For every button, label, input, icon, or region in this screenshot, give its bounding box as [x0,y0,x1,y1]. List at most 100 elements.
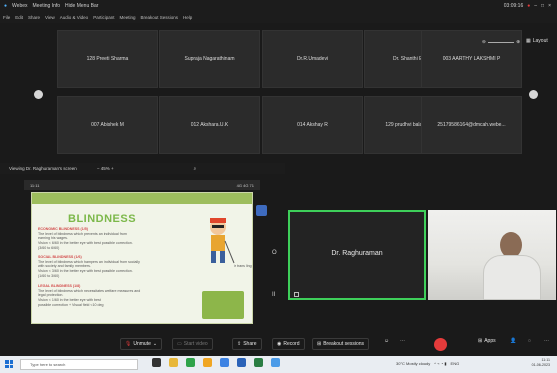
participant-gallery: 128 Preeti Sharma Supraja Nagarathinam D… [0,23,557,163]
webex-icon: ● [4,3,8,9]
record-button[interactable]: ◉ Record [272,338,305,350]
shared-slide: BLINDNESS ECONOMIC BLINDNESS (1/5) The l… [31,192,253,324]
meeting-info-button[interactable]: Meeting Info [33,3,61,9]
chevron-down-icon: ⌄ [152,341,158,347]
participant-tile[interactable]: 25179586164@dmcah.webe... [421,96,522,154]
menu-participant[interactable]: Participant [93,15,114,20]
mic-status-icon [294,292,299,297]
gallery-size-control[interactable]: ⊖ ⊕ [482,37,520,47]
webex-taskbar-icon[interactable] [271,358,280,367]
layout-label: Layout [532,38,548,44]
menu-breakout[interactable]: Breakout Sessions [140,15,178,20]
participant-tile[interactable]: 012 Akshara.U.K [159,96,260,154]
taskbar-apps [152,358,280,367]
windows-start-icon[interactable] [5,360,13,368]
participants-button[interactable]: 👤 [510,338,516,344]
more-options-button[interactable]: ⋯ [400,338,405,344]
chrome-icon[interactable] [186,358,195,367]
search-icon[interactable]: ⌕ [194,166,197,171]
share-label: Share [243,341,257,347]
app-icon[interactable] [220,358,229,367]
participant-tile[interactable]: 014 Akshay R [262,96,363,154]
reactions-icon: ☺ [384,338,390,344]
zoom-in-icon[interactable]: ⊕ [516,39,520,45]
start-video-button[interactable]: ▭ Start video [172,338,213,350]
reactions-button[interactable]: ☺ [384,338,389,344]
apps-button[interactable]: ⊞ Apps [478,338,496,344]
more-panels-button[interactable]: ⋯ [544,338,549,344]
minimize-icon[interactable]: – [534,3,537,9]
word-icon[interactable] [237,358,246,367]
floating-widget-icon[interactable] [256,205,267,216]
menu-meeting[interactable]: Meeting [119,15,135,20]
menu-audio-video[interactable]: Audio & Video [60,15,88,20]
folder-icon[interactable] [203,358,212,367]
menu-view[interactable]: View [45,15,55,20]
taskbar-search-input[interactable]: Type here to search [20,359,138,370]
tray-icons[interactable]: ^ ⌁ ◔ ▮ [434,361,446,366]
chat-icon: ◌ [528,338,531,344]
breakout-sessions-button[interactable]: ⊞ Breakout sessions [312,338,370,350]
chat-button[interactable]: ◌ [528,338,531,344]
hide-menu-bar-button[interactable]: Hide Menu Bar [65,3,98,9]
slide-line: possible correction + Visual field <10 d… [38,302,104,307]
layout-button[interactable]: ▦ Layout [526,38,548,44]
participant-tile[interactable]: 007 Abishek M [57,96,158,154]
start-video-label: Start video [183,341,208,347]
search-placeholder: Type here to search [30,362,66,367]
maximize-icon[interactable]: □ [541,3,544,9]
share-button[interactable]: ⇪ Share [232,338,262,350]
viewing-label: Viewing Dr. Raghuraman's screen [9,166,77,171]
slide-title: BLINDNESS [68,213,137,225]
end-meeting-button[interactable] [434,338,447,351]
share-icon: ⇪ [237,341,242,347]
zoom-out-icon[interactable]: ⊖ [482,39,486,45]
phone-status-bar: 11:11 4G 4G 71 [24,180,260,190]
taskbar-clock[interactable]: 11:11 01-06-2023 [522,358,550,367]
record-label: Record [283,341,300,347]
excel-icon[interactable] [254,358,263,367]
record-icon: ◉ [277,341,282,347]
meeting-toolbar: 🎙 Unmute ⌄ ▭ Start video ⇪ Share ◉ Recor… [0,330,557,356]
participant-name: 128 Preeti Sharma [86,56,129,62]
slide-header-band [32,193,252,204]
slide-section: ECONOMIC BLINDNESS (1/5) The level of bl… [38,227,133,251]
zoom-value: 45% [100,166,110,171]
video-person-body [483,255,541,300]
participant-tile[interactable]: 128 Preeti Sharma [57,30,158,88]
apps-icon: ⊞ [478,338,483,344]
participant-tile[interactable]: Dr.R.Umadevi [262,30,363,88]
panel-button[interactable]: O [272,250,277,256]
unmute-button[interactable]: 🎙 Unmute ⌄ [120,338,163,350]
participants-icon: 👤 [510,338,517,344]
meeting-clock: 03:09:16 [503,3,524,9]
zoom-control[interactable]: − 45% + [97,166,114,171]
system-tray: 30°C Mostly cloudy ^ ⌁ ◔ ▮ ENG [396,361,459,366]
slide-photo [202,291,244,319]
slide-section: SOCIAL BLINDNESS (1/6) The level of blin… [38,255,140,279]
participant-tile[interactable]: Supraja Nagarathinam [159,30,260,88]
language-indicator[interactable]: ENG [451,361,460,366]
menu-edit[interactable]: Edit [15,15,23,20]
breakout-icon: ⊞ [317,341,322,347]
slide-line: (3/60 to 6/60) [38,245,60,250]
file-explorer-icon[interactable] [169,358,178,367]
active-speaker-tile[interactable]: Dr. Raghuraman [288,210,426,300]
taskbar-date: 01-06-2023 [531,362,550,367]
close-icon[interactable]: × [548,3,551,9]
participant-name: 014 Akshay R [297,122,328,128]
breakout-label: Breakout sessions [323,341,365,347]
participant-name: 003 AARTHY LAKSHMI P [442,56,501,62]
gallery-prev-button[interactable] [34,90,43,99]
share-view-bar: Viewing Dr. Raghuraman's screen − 45% + … [0,163,285,174]
ellipsis-icon: ⋯ [544,338,549,344]
gallery-next-button[interactable] [529,90,538,99]
task-view-icon[interactable] [152,358,161,367]
participant-name: 012 Akshara.U.K [190,122,229,128]
pause-icon[interactable]: II [272,292,275,298]
menu-share[interactable]: Share [28,15,40,20]
self-video-tile[interactable] [428,210,556,300]
menu-help[interactable]: Help [183,15,192,20]
menu-file[interactable]: File [3,15,10,20]
phone-status: 4G 4G 71 [236,182,254,188]
